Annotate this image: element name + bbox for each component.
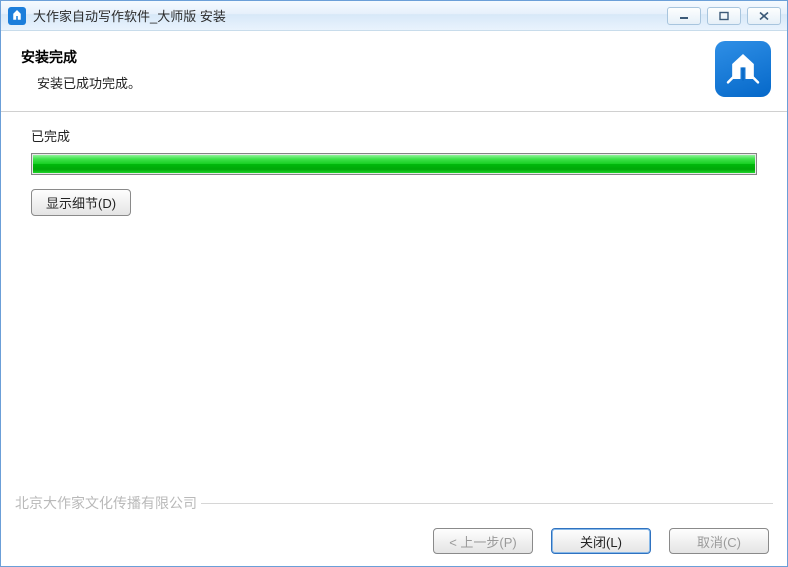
- minimize-icon: [678, 11, 690, 21]
- progress-bar-fill: [33, 155, 755, 173]
- maximize-icon: [718, 11, 730, 21]
- branding-text: 北京大作家文化传播有限公司: [15, 493, 201, 513]
- maximize-button[interactable]: [707, 7, 741, 25]
- minimize-button[interactable]: [667, 7, 701, 25]
- pen-crown-icon: [723, 49, 763, 89]
- install-complete-heading: 安装完成: [21, 47, 703, 67]
- footer-buttons: < 上一步(P) 关闭(L) 取消(C): [433, 528, 769, 554]
- window-title: 大作家自动写作软件_大师版 安装: [33, 6, 226, 25]
- close-icon: [758, 11, 770, 21]
- progress-bar: [31, 153, 757, 175]
- header-area: 安装完成 安装已成功完成。: [1, 31, 787, 112]
- close-window-button[interactable]: [747, 7, 781, 25]
- back-button: < 上一步(P): [433, 528, 533, 554]
- window-controls: [667, 7, 781, 25]
- cancel-button: 取消(C): [669, 528, 769, 554]
- app-icon-large: [715, 41, 771, 97]
- show-details-button[interactable]: 显示细节(D): [31, 189, 131, 216]
- install-complete-subheading: 安装已成功完成。: [21, 73, 703, 92]
- title-bar[interactable]: 大作家自动写作软件_大师版 安装: [1, 1, 787, 31]
- close-button[interactable]: 关闭(L): [551, 528, 651, 554]
- header-text: 安装完成 安装已成功完成。: [21, 41, 703, 92]
- app-icon-small: [7, 6, 27, 26]
- progress-status-label: 已完成: [31, 126, 757, 145]
- installer-window: 大作家自动写作软件_大师版 安装 安装完成 安装已成功完成。: [0, 0, 788, 567]
